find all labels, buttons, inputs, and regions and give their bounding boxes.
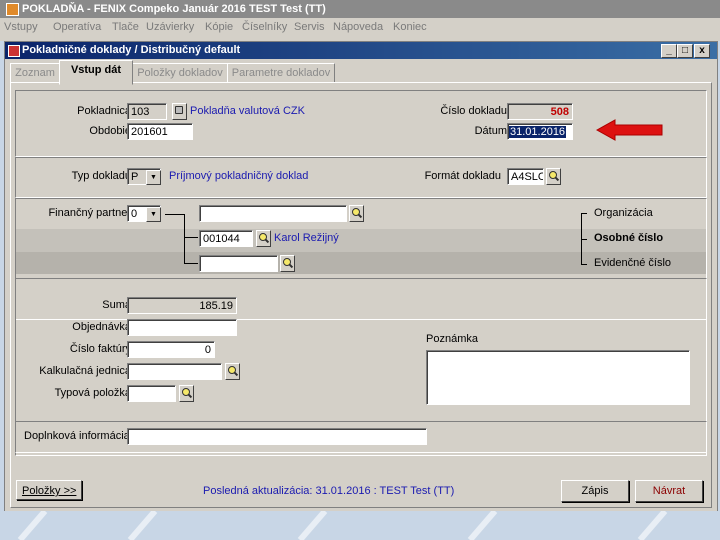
status-text: Posledná aktualizácia: 31.01.2016 : TEST… [203,485,455,497]
menu-bar: Vstupy Operatíva Tlače Uzávierky Kópie Č… [0,18,720,38]
evidencne-cislo-search-icon[interactable] [280,255,295,272]
datum-label: Dátum [474,125,507,137]
osobne-cislo-field[interactable]: 001044 [199,230,253,247]
options-bracket [581,239,587,240]
financny-partner-label: Finančný partner [48,207,131,219]
pokladnica-label: Pokladnica [77,105,131,117]
menu-operativa[interactable]: Operatíva [53,21,101,33]
cislo-dokladu-label: Číslo dokladu [440,105,507,117]
partner-type-value: 0 [131,208,138,220]
suma-field: 185.19 [127,297,237,314]
chevron-down-icon[interactable]: ▼ [146,170,161,185]
kalkulacna-search-icon[interactable] [225,363,240,380]
format-dokladu-field[interactable]: A4SLO [507,168,544,185]
obdobie-field[interactable]: 201601 [127,123,193,140]
typova-search-icon[interactable] [179,385,194,402]
background-pattern [0,511,720,540]
datum-value: 31.01.2016 [509,126,567,138]
window-title-bar: Pokladničné doklady / Distribučný defaul… [5,42,717,59]
window-icon [8,45,20,57]
input-panel: Pokladnica 103 Pokladňa valutová CZK Obd… [10,82,712,508]
menu-napoveda[interactable]: Nápoveda [333,21,383,33]
options-bracket [581,264,587,265]
header-section: Pokladnica 103 Pokladňa valutová CZK Obd… [15,90,707,157]
connector-line [184,214,185,264]
osobne-cislo-search-icon[interactable] [256,230,271,247]
option-osobne-cislo[interactable]: Osobné číslo [594,232,663,244]
minimize-button[interactable]: _ [661,44,677,58]
menu-kopie[interactable]: Kópie [205,21,233,33]
datum-field[interactable]: 31.01.2016 [507,123,573,140]
maximize-button[interactable]: □ [677,44,693,58]
typ-dokladu-value: P [131,171,139,183]
cislo-faktury-field[interactable]: 0 [127,341,215,358]
menu-vstupy[interactable]: Vstupy [4,21,38,33]
cash-register-icon[interactable] [172,103,187,120]
evidencne-cislo-field[interactable] [199,255,278,272]
organizacia-search-icon[interactable] [349,205,364,222]
obdobie-label: Obdobie [89,125,131,137]
tab-zoznam[interactable]: Zoznam [10,63,60,84]
zapis-button[interactable]: Zápis [561,480,629,502]
window-title: Pokladničné doklady / Distribučný defaul… [22,44,241,56]
objednavka-field[interactable] [127,319,237,336]
kalkulacna-jednica-label: Kalkulačná jednica [39,365,131,377]
poznamka-field[interactable] [426,350,690,405]
tab-polozky-dokladov[interactable]: Položky dokladov [132,63,228,84]
navrat-button[interactable]: Návrat [635,480,703,502]
typ-dokladu-label: Typ dokladu [71,170,131,182]
option-organizacia[interactable]: Organizácia [594,207,653,219]
close-window-button[interactable]: x [694,44,710,58]
partner-name: Karol Režijný [274,232,339,244]
menu-ciselniky[interactable]: Číselníky [242,21,287,33]
option-evidencne-cislo[interactable]: Evidenčné číslo [594,257,671,269]
format-search-icon[interactable] [546,168,561,185]
doplnkova-informacia-field[interactable] [127,428,427,445]
doplnkova-section: Doplnková informácia [15,421,707,453]
app-icon [6,3,19,16]
typova-polozka-field[interactable] [127,385,176,402]
menu-koniec[interactable]: Koniec [393,21,427,33]
typ-section: Typ dokladu P ▼ Príjmový pokladničný dok… [15,157,707,198]
tab-parametre-dokladov[interactable]: Parametre dokladov [227,63,335,84]
document-window: Pokladničné doklady / Distribučný defaul… [4,41,718,512]
pokladnica-field[interactable]: 103 [127,103,167,120]
connector-line [165,214,184,215]
polozky-button-label: Položky >> [22,485,77,497]
typova-polozka-label: Typová položka [54,387,131,399]
format-dokladu-label: Formát dokladu [424,170,501,182]
pokladnica-name: Pokladňa valutová CZK [190,105,305,117]
organizacia-field[interactable] [199,205,347,222]
kalkulacna-jednica-field[interactable] [127,363,222,380]
polozky-button[interactable]: Položky >> [16,480,82,500]
menu-uzavierky[interactable]: Uzávierky [146,21,194,33]
poznamka-label: Poznámka [426,333,478,345]
cislo-dokladu-field: 508 [507,103,573,120]
app-title: POKLADŇA - FENIX Compeko Január 2016 TES… [22,3,326,15]
connector-line [184,237,198,238]
doplnkova-informacia-label: Doplnková informácia [24,430,130,442]
red-left-arrow-icon [595,119,663,141]
cislo-faktury-label: Číslo faktúry [69,343,131,355]
options-bracket [581,213,587,214]
menu-tlace[interactable]: Tlače [112,21,139,33]
chevron-down-icon[interactable]: ▼ [146,207,161,222]
connector-line [184,263,198,264]
objednavka-label: Objednávka [72,321,131,333]
tab-vstup-dat[interactable]: Vstup dát [59,60,133,85]
app-title-bar: POKLADŇA - FENIX Compeko Január 2016 TES… [0,0,720,18]
typ-dokladu-name: Príjmový pokladničný doklad [169,170,309,182]
menu-servis[interactable]: Servis [294,21,325,33]
